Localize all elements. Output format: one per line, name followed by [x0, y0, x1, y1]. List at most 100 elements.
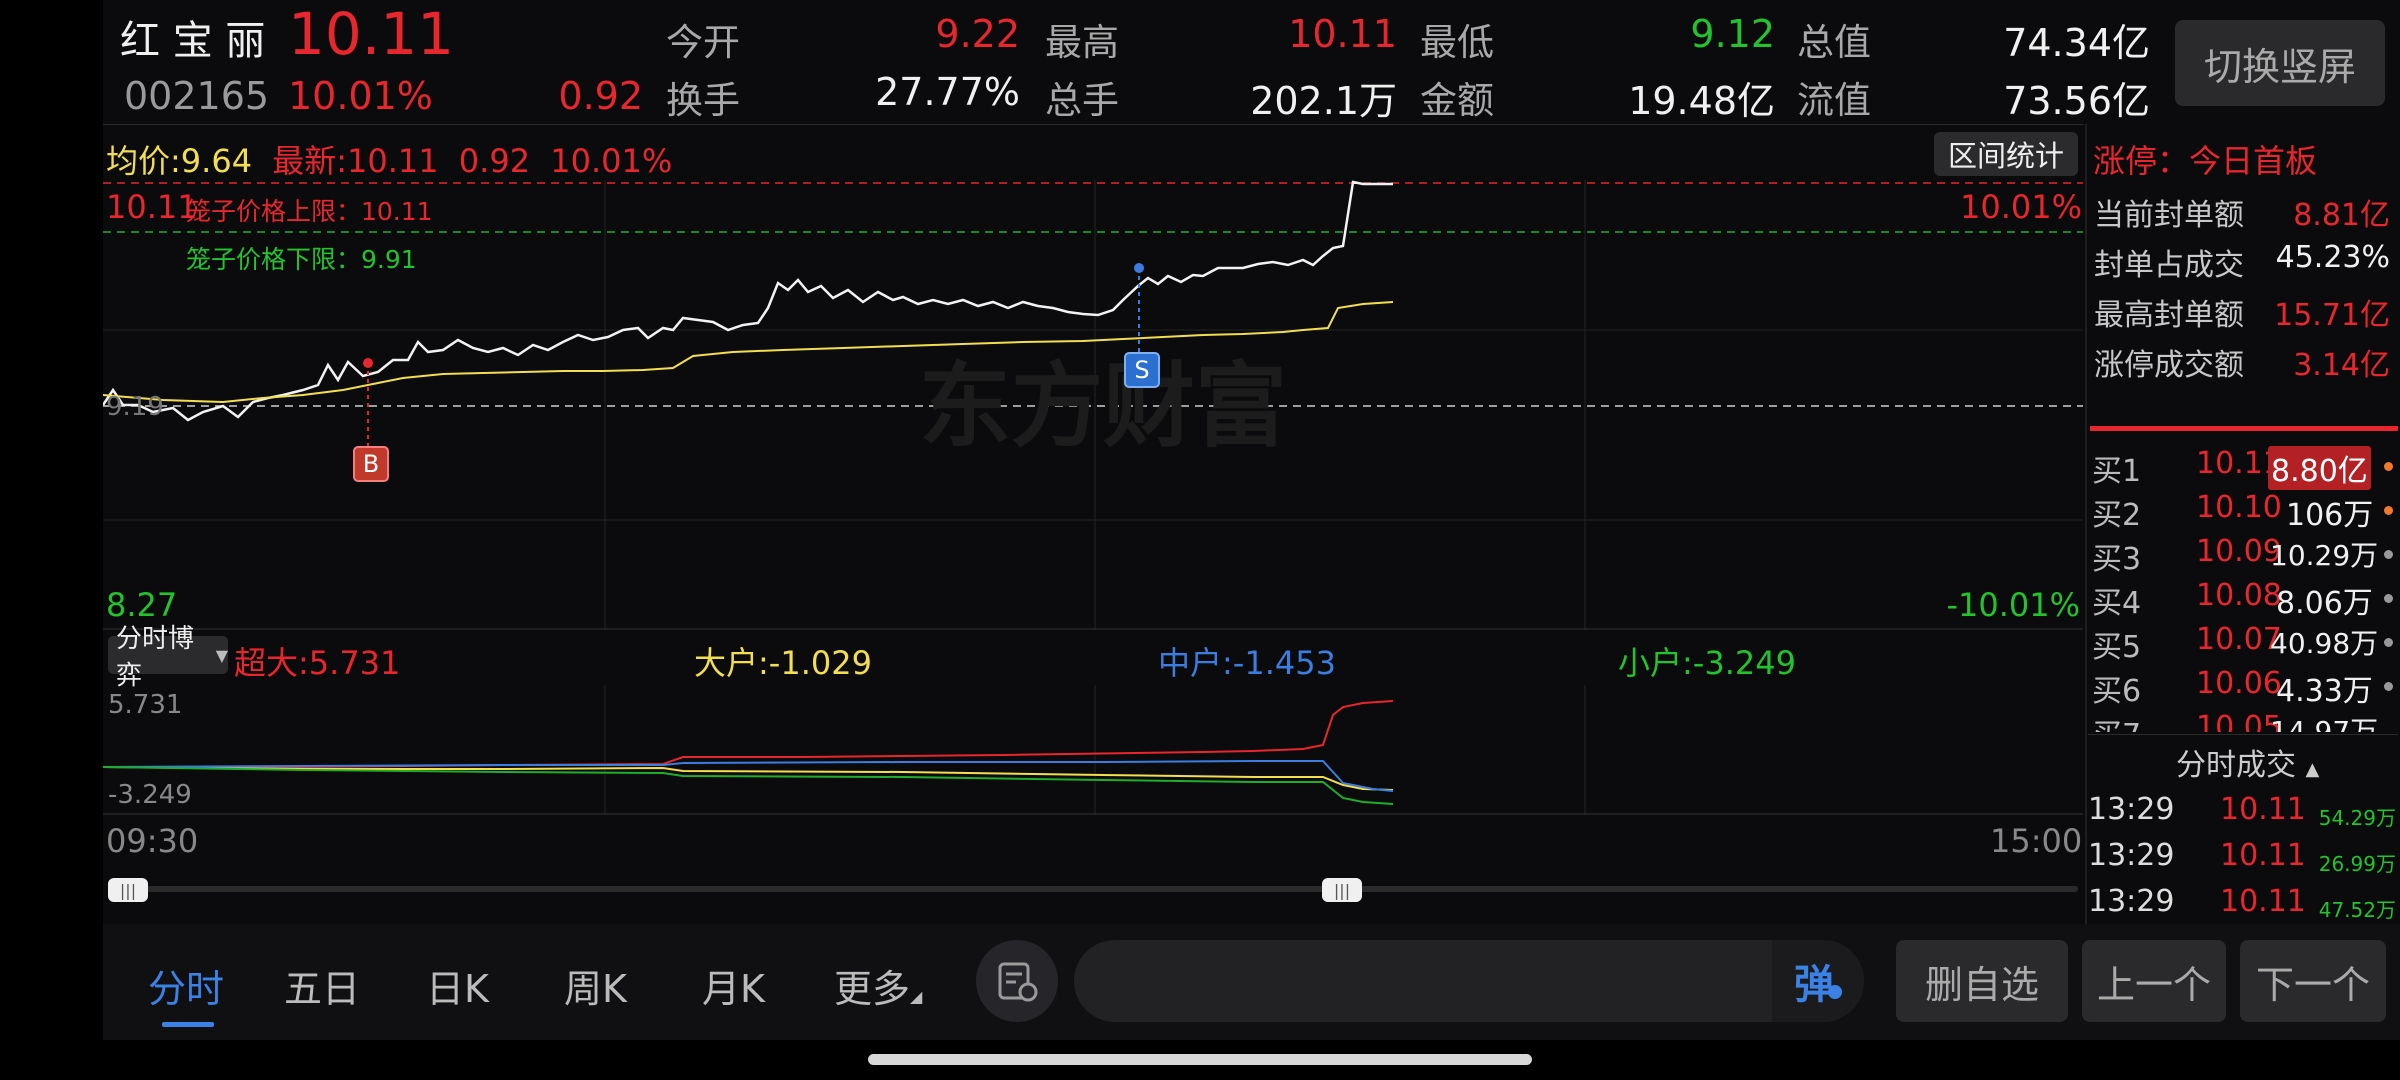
latest-pct: 10.01% — [550, 142, 673, 180]
tick-row: 13:29 10.11 26.99万 — [2088, 838, 2398, 882]
seal-amount-label: 当前封单额 — [2094, 198, 2244, 233]
tab-weekly-k[interactable]: 周K — [564, 958, 627, 1013]
book-dot — [2384, 462, 2393, 471]
tab-five-day[interactable]: 五日 — [284, 958, 360, 1013]
caret-up-icon: ▲ — [2305, 759, 2320, 780]
latest-label: 最新: — [272, 142, 348, 180]
flow-dropdown[interactable]: 分时博弈 ▼ — [108, 624, 228, 691]
cage-upper-label: 笼子价格上限：10.11 — [186, 197, 433, 226]
book-price: 10.06 — [2196, 666, 2282, 701]
stat-float-cap-value: 73.56亿 — [2003, 79, 2150, 123]
max-seal-label: 最高封单额 — [2094, 298, 2244, 333]
flow-axis-bottom: -3.249 — [108, 780, 192, 810]
time-axis-start: 09:30 — [106, 822, 199, 860]
limit-status-title: 涨停：今日首板 — [2093, 142, 2318, 180]
seal-ratio-value: 45.23% — [2275, 240, 2390, 275]
book-dot — [2384, 550, 2393, 559]
book-dot — [2384, 638, 2393, 647]
range-right-handle[interactable]: ||| — [1322, 878, 1362, 902]
order-book-row: 买6 10.06 4.33万 — [2090, 666, 2395, 710]
stat-amount-value: 19.48亿 — [1628, 79, 1775, 123]
home-indicator[interactable] — [868, 1054, 1532, 1065]
stat-open-value: 9.22 — [935, 12, 1020, 56]
tick-volume: 54.29万 — [2318, 806, 2396, 830]
book-volume: 8.06万 — [2276, 586, 2373, 621]
comment-input[interactable] — [1074, 940, 1864, 1022]
order-book-divider — [2090, 426, 2398, 431]
right-panel-divider — [2085, 124, 2087, 924]
buy-badge[interactable]: B — [353, 446, 389, 482]
order-book-row: 买7 10.05 14.97万 — [2090, 710, 2395, 732]
stat-market-cap-value: 74.34亿 — [2003, 21, 2150, 65]
book-label: 买1 — [2092, 454, 2142, 489]
book-volume: 106万 — [2286, 498, 2374, 533]
book-label: 买7 — [2092, 710, 2141, 732]
avg-label: 均价: — [106, 142, 181, 180]
max-seal-value: 15.71亿 — [2274, 298, 2390, 333]
book-price: 10.10 — [2196, 490, 2282, 525]
stat-high-value: 10.11 — [1288, 12, 1397, 56]
corner-arrow-icon: ◢ — [910, 987, 923, 1006]
range-left-handle[interactable]: ||| — [108, 878, 148, 902]
sell-badge[interactable]: S — [1124, 352, 1160, 388]
book-dot — [2384, 506, 2393, 515]
stat-volume-value: 202.1万 — [1250, 79, 1397, 123]
watermark-text: 东方财富 — [919, 353, 1287, 460]
book-label: 买2 — [2092, 498, 2142, 533]
ticks-title[interactable]: 分时成交 ▲ — [2176, 740, 2319, 784]
danmu-toggle-button[interactable]: 弹 — [1772, 940, 1864, 1022]
stat-high-label: 最高 — [1045, 21, 1119, 64]
avg-value: 9.64 — [180, 142, 253, 180]
book-label: 买6 — [2092, 674, 2142, 709]
limit-turnover-value: 3.14亿 — [2293, 348, 2390, 383]
tick-price: 10.11 — [2220, 838, 2306, 873]
time-axis-end: 15:00 — [1990, 822, 2083, 860]
seal-ratio-label: 封单占成交 — [2094, 248, 2244, 283]
stock-name: 红 宝 丽 — [120, 18, 266, 64]
stat-float-cap-label: 流值 — [1797, 79, 1871, 122]
flow-dropdown-label: 分时博弈 — [116, 624, 195, 691]
order-book-row: 买2 10.10 106万 — [2090, 490, 2395, 534]
order-book-row: 买5 10.07 40.98万 — [2090, 622, 2395, 666]
prev-close-price: 9.19 — [106, 392, 164, 422]
book-price: 10.05 — [2196, 710, 2282, 732]
flow-super-large: 超大:5.731 — [234, 644, 401, 682]
header-divider — [103, 124, 2083, 125]
range-stats-button[interactable]: 区间统计 — [1934, 132, 2078, 176]
tick-price: 10.11 — [2220, 884, 2306, 919]
caret-down-icon: ▼ — [215, 645, 228, 665]
book-volume: 14.97万 — [2270, 715, 2379, 732]
tick-time: 13:29 — [2088, 792, 2175, 827]
sell-point — [1134, 263, 1144, 273]
tab-more[interactable]: 更多◢ — [834, 958, 922, 1013]
range-scroll-track[interactable] — [108, 886, 2078, 892]
tick-time: 13:29 — [2088, 838, 2175, 873]
stat-low-label: 最低 — [1420, 21, 1494, 64]
stat-amount-label: 金额 — [1420, 79, 1494, 122]
book-price: 10.08 — [2196, 578, 2282, 613]
previous-stock-button[interactable]: 上一个 — [2082, 940, 2226, 1022]
stat-market-cap-label: 总值 — [1797, 21, 1871, 64]
book-label: 买5 — [2092, 630, 2142, 665]
check-badge-icon — [1828, 985, 1842, 999]
tab-monthly-k[interactable]: 月K — [702, 958, 765, 1013]
stat-open-label: 今开 — [666, 21, 740, 64]
tick-volume: 26.99万 — [2318, 852, 2396, 876]
note-settings-button[interactable] — [976, 940, 1058, 1022]
switch-portrait-button[interactable]: 切换竖屏 — [2175, 20, 2385, 106]
latest-change: 0.92 — [458, 142, 531, 180]
current-price: 10.11 — [288, 0, 455, 68]
stat-turnover-label: 换手 — [666, 79, 740, 122]
remove-watchlist-button[interactable]: 删自选 — [1896, 940, 2068, 1022]
next-stock-button[interactable]: 下一个 — [2240, 940, 2386, 1022]
tab-daily-k[interactable]: 日K — [426, 958, 489, 1013]
book-price: 10.07 — [2196, 622, 2282, 657]
flow-medium: 中户:-1.453 — [1158, 644, 1336, 682]
tab-intraday[interactable]: 分时 — [148, 958, 224, 1013]
book-label: 买3 — [2092, 542, 2142, 577]
buy-point — [363, 358, 373, 368]
active-tab-indicator — [162, 1022, 214, 1027]
stat-turnover-value: 27.77% — [875, 70, 1020, 114]
flow-super-large-line — [103, 700, 1394, 768]
seal-amount-value: 8.81亿 — [2293, 198, 2390, 233]
